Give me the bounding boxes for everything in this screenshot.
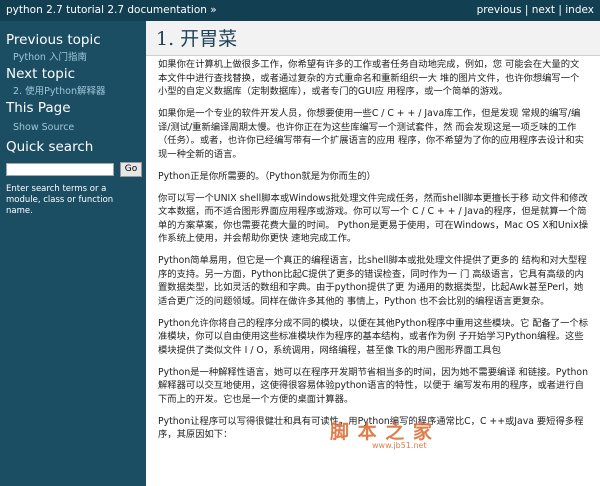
previous-link[interactable]: previous — [477, 4, 522, 16]
link-separator: | — [524, 4, 529, 16]
show-source-link[interactable]: Show Source — [13, 122, 74, 133]
this-page-heading: This Page — [6, 100, 71, 116]
paragraph: Python简单易用，但它是一个真正的编程语言，比shell脚本或批处理文件提供… — [158, 255, 587, 307]
paragraph: 如果你在计算机上做很多工作，你希望有许多的工作或者任务自动地完成，例如，您 可能… — [158, 59, 580, 97]
index-link[interactable]: index — [565, 4, 594, 16]
paragraph: Python允许你将自己的程序分成不同的模块，以便在其他Python程序中重用这… — [158, 317, 588, 356]
go-button[interactable]: Go — [120, 162, 142, 177]
link-separator: | — [558, 4, 562, 16]
page-title: 1. 开胃菜 — [156, 28, 238, 50]
title-bar: 1. 开胃菜 — [146, 21, 600, 56]
sidebar: Previous topic Python 入门指南 Next topic 2.… — [0, 21, 146, 486]
search-hint: Enter search terms or a module, class or… — [6, 184, 114, 216]
top-navigation-bar: python 2.7 tutorial 2.7 documentation » … — [0, 0, 600, 21]
next-link[interactable]: next — [532, 4, 555, 16]
paragraph: 你可以写一个UNIX shell脚本或Windows批处理文件完成任务，然而sh… — [158, 192, 588, 245]
next-topic-heading: Next topic — [6, 66, 76, 82]
article-text: 如果你在计算机上做很多工作，你希望有许多的工作或者任务自动地完成，例如，您 可能… — [158, 58, 588, 450]
quick-search-heading: Quick search — [6, 139, 94, 155]
breadcrumb: python 2.7 tutorial 2.7 documentation » — [6, 4, 217, 16]
paragraph: 如果你是一个专业的软件开发人员，你想要使用一些C / C + + / Java库… — [158, 108, 584, 160]
breadcrumb-root-link[interactable]: python 2.7 tutorial 2.7 documentation » — [6, 4, 217, 16]
search-input[interactable] — [6, 163, 114, 176]
previous-topic-heading: Previous topic — [6, 32, 101, 48]
next-topic-link[interactable]: 2. 使用Python解释器 — [13, 83, 106, 97]
watermark-url: www.jb51.net — [372, 441, 427, 450]
paragraph: Python是一种解释性语言，她可以在程序开发期节省相当多的时间，因为她不需要编… — [158, 366, 588, 405]
previous-topic-link[interactable]: Python 入门指南 — [13, 49, 87, 63]
watermark-logo: 脚 本 之 家 — [330, 421, 433, 443]
related-links: previous | next | index — [477, 4, 594, 16]
paragraph: Python正是你所需要的。（Python就是为你而生的） — [158, 170, 376, 182]
